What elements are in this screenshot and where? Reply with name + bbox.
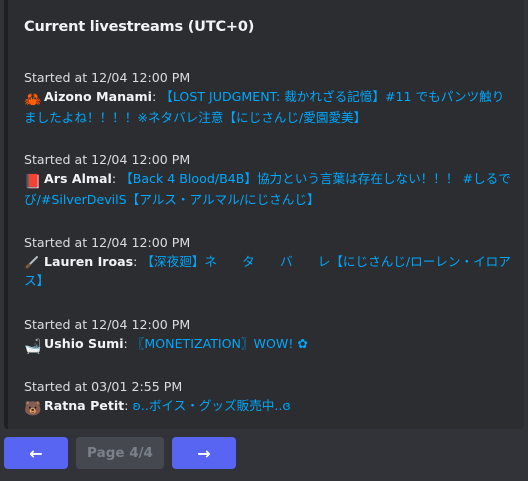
livestreams-embed: Current livestreams (UTC+0) Started at 1… (4, 0, 524, 429)
separator: : (124, 398, 129, 413)
page-indicator-button: Page 4/4 (76, 437, 164, 469)
separator: : (111, 171, 117, 186)
separator: : (133, 254, 138, 269)
livestream-entry: Started at 12/04 12:00 PM 🦀 Aizono Manami… (24, 68, 516, 127)
streamer-name: Ars Almal (44, 171, 112, 186)
stream-link[interactable]: 〖MONETIZATION〗WOW! ✿ (132, 336, 308, 351)
livestream-entry: Started at 12/04 12:00 PM 📕 Ars Almal: 【B… (24, 150, 516, 209)
arrow-left-icon: ← (29, 443, 43, 463)
previous-page-button[interactable]: ← (4, 437, 68, 469)
started-time: Started at 03/01 2:55 PM (24, 379, 183, 394)
dagger-icon (24, 255, 40, 271)
livestream-entry: Started at 12/04 12:00 PM Lauren Iroas: … (24, 233, 516, 290)
crab-icon: 🦀 (24, 92, 42, 108)
streamer-name: Lauren Iroas (44, 254, 134, 269)
started-time: Started at 12/04 12:00 PM (24, 235, 191, 250)
started-time: Started at 12/04 12:00 PM (24, 152, 191, 167)
bear-icon: 🐻 (24, 401, 42, 417)
arrow-right-icon: → (197, 443, 211, 463)
started-time: Started at 12/04 12:00 PM (24, 70, 191, 85)
bathtub-icon: 🛁 (24, 339, 42, 355)
streamer-name: Ratna Petit (44, 398, 125, 413)
streamer-name: Ushio Sumi (44, 336, 124, 351)
red-book-icon: 📕 (24, 174, 42, 190)
dagger-icon-svg (25, 256, 38, 269)
livestream-entry: Started at 03/01 2:55 PM 🐻 Ratna Petit: ʚ… (24, 377, 516, 417)
livestream-entry: Started at 12/04 12:00 PM 🛁 Ushio Sumi: 〖… (24, 315, 516, 355)
embed-title: Current livestreams (UTC+0) (24, 19, 255, 35)
stream-link[interactable]: ʚ..ボイス・グッズ販売中..ɞ (132, 398, 290, 413)
next-page-button[interactable]: → (172, 437, 236, 469)
separator: : (123, 336, 128, 351)
separator: : (151, 89, 157, 104)
started-time: Started at 12/04 12:00 PM (24, 317, 191, 332)
streamer-name: Aizono Manami (44, 89, 152, 104)
